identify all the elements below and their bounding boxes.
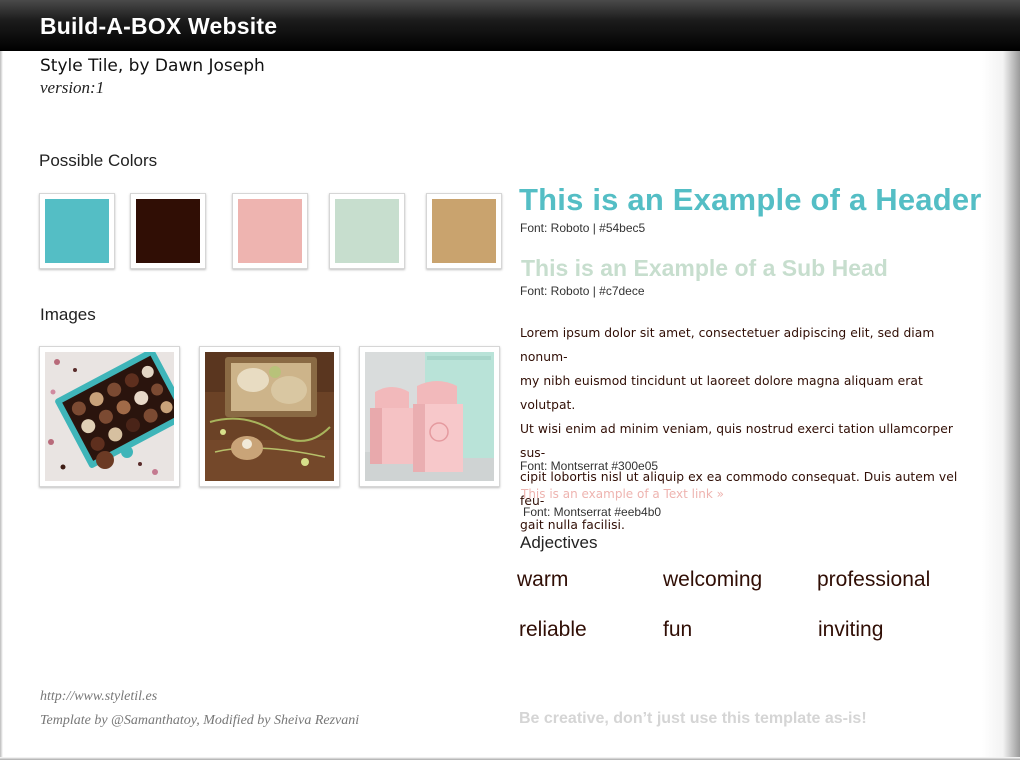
swatch-fill	[136, 199, 200, 263]
color-swatch-mint	[329, 193, 405, 269]
swatch-fill	[238, 199, 302, 263]
subhead-example: This is an Example of a Sub Head	[521, 255, 888, 281]
gift-box-illustration	[205, 352, 334, 481]
color-swatch-dark-brown	[130, 193, 206, 269]
color-swatch-teal	[39, 193, 115, 269]
swatch-fill	[45, 199, 109, 263]
body-line: Lorem ipsum dolor sit amet, consectetuer…	[520, 326, 935, 364]
color-swatch-pink	[232, 193, 308, 269]
image-card-chocolates	[39, 346, 180, 487]
footer-url: http://www.styletil.es	[40, 689, 158, 704]
style-tile-frame: Build-A-BOX Website Style Tile, by Dawn …	[0, 0, 1020, 760]
page-title: Build-A-BOX Website	[40, 13, 278, 39]
images-heading: Images	[40, 305, 96, 324]
frame-shadow-right	[982, 50, 1020, 760]
color-swatch-tan	[426, 193, 502, 269]
swatch-fill	[335, 199, 399, 263]
adjective-professional: professional	[817, 568, 931, 591]
footer-note: Be creative, don’t just use this templat…	[519, 710, 867, 727]
body-line: my nibh euismod tincidunt ut laoreet dol…	[520, 374, 923, 412]
adjective-warm: warm	[517, 568, 569, 591]
possible-colors-heading: Possible Colors	[39, 151, 158, 170]
adjectives-heading: Adjectives	[520, 533, 598, 552]
swatch-fill	[432, 199, 496, 263]
frame-shadow-left	[0, 50, 3, 760]
chocolates-box-photo	[45, 352, 174, 481]
boxes-illustration	[365, 352, 494, 481]
adjective-welcoming: welcoming	[663, 568, 763, 591]
adjective-reliable: reliable	[519, 618, 587, 641]
body-line: Ut wisi enim ad minim veniam, quis nostr…	[520, 422, 953, 460]
adjective-fun: fun	[663, 618, 693, 641]
link-font-note: Font: Montserrat #eeb4b0	[523, 505, 662, 519]
image-card-gift-box	[199, 346, 340, 487]
footer-credit: Template by @Samanthatoy, Modified by Sh…	[40, 713, 360, 728]
header-font-note: Font: Roboto | #54bec5	[520, 221, 646, 235]
title-bar: Build-A-BOX Website	[0, 0, 1020, 51]
header-example: This is an Example of a Header	[519, 182, 982, 217]
style-tile-subtitle: Style Tile, by Dawn Joseph	[40, 56, 265, 76]
chocolates-illustration	[45, 352, 174, 481]
adjective-inviting: inviting	[818, 618, 884, 641]
body-font-note: Font: Montserrat #300e05	[520, 459, 659, 473]
pink-mint-boxes-photo	[365, 352, 494, 481]
example-text-link[interactable]: This is an example of a Text link »	[521, 487, 724, 501]
image-card-pink-boxes	[359, 346, 500, 487]
gift-box-items-photo	[205, 352, 334, 481]
subhead-font-note: Font: Roboto | #c7dece	[520, 284, 645, 298]
version-label: version:1	[40, 78, 105, 97]
